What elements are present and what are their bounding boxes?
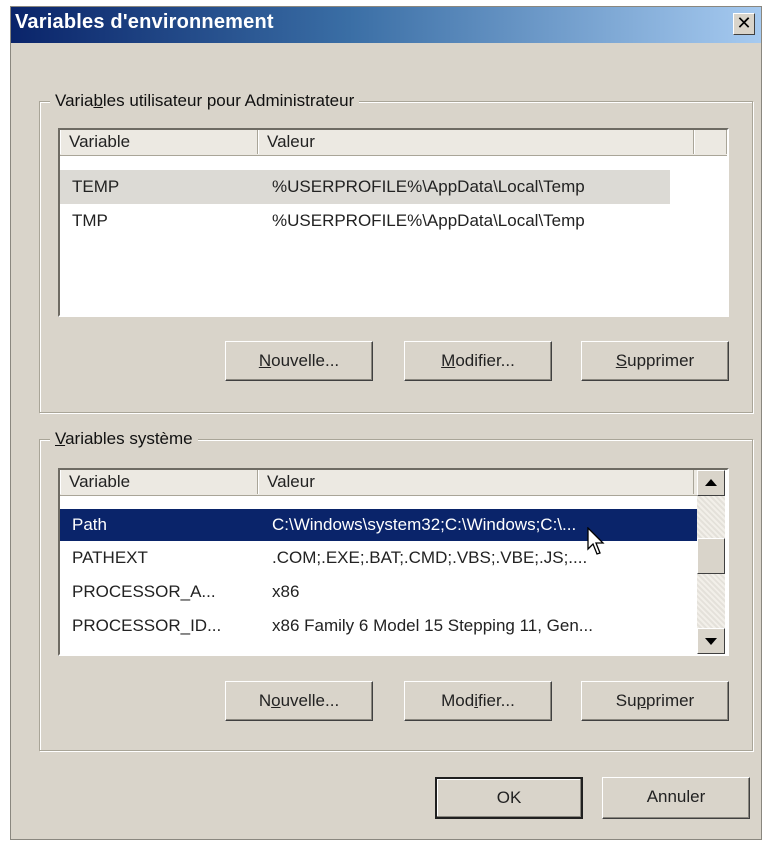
variable-name: TEMP	[72, 177, 120, 196]
system-new-button[interactable]: Nouvelle...	[225, 681, 373, 721]
variable-value: %USERPROFILE%\AppData\Local\Temp	[272, 177, 585, 196]
variable-value: .COM;.EXE;.BAT;.CMD;.VBS;.VBE;.JS;....	[272, 548, 588, 567]
system-edit-button[interactable]: Modifier...	[404, 681, 552, 721]
user-variables-legend: Variables utilisateur pour Administrateu…	[50, 91, 360, 111]
user-new-button[interactable]: Nouvelle...	[225, 341, 373, 381]
scroll-thumb[interactable]	[697, 538, 725, 574]
variable-value: %USERPROFILE%\AppData\Local\Temp	[272, 211, 585, 230]
chevron-down-icon	[705, 638, 717, 645]
table-row[interactable]: TMP %USERPROFILE%\AppData\Local\Temp	[60, 204, 670, 238]
ok-button[interactable]: OK	[435, 777, 583, 819]
table-row[interactable]: TEMP %USERPROFILE%\AppData\Local\Temp	[60, 170, 670, 204]
column-header-variable[interactable]: Variable	[60, 130, 258, 154]
variable-value: C:\Windows\system32;C:\Windows;C:\...	[272, 515, 577, 534]
chevron-up-icon	[705, 479, 717, 486]
table-row[interactable]: PROCESSOR_ID... x86 Family 6 Model 15 St…	[60, 609, 697, 643]
scroll-down-button[interactable]	[697, 628, 725, 654]
variable-value: x86	[272, 582, 300, 601]
system-variables-list[interactable]: Variable Valeur Path C:\Windows\system32…	[58, 468, 729, 656]
scroll-up-button[interactable]	[697, 470, 725, 496]
list-header: Variable Valeur	[60, 130, 727, 156]
cancel-button[interactable]: Annuler	[602, 777, 750, 819]
mouse-cursor-icon	[587, 527, 605, 555]
variable-value: x86 Family 6 Model 15 Stepping 11, Gen..…	[272, 616, 593, 635]
column-header-value[interactable]: Valeur	[258, 470, 694, 494]
vertical-scrollbar[interactable]	[697, 470, 725, 654]
column-header-variable[interactable]: Variable	[60, 470, 258, 494]
user-delete-button[interactable]: Supprimer	[581, 341, 729, 381]
user-variables-list[interactable]: Variable Valeur TEMP %USERPROFILE%\AppDa…	[58, 128, 729, 317]
user-edit-button[interactable]: Modifier...	[404, 341, 552, 381]
system-variables-legend: Variables système	[50, 429, 198, 449]
list-header: Variable Valeur	[60, 470, 697, 496]
variable-name: PATHEXT	[72, 548, 148, 567]
title-bar[interactable]: Variables d'environnement ✕	[11, 7, 761, 43]
variable-name: PROCESSOR_A...	[72, 582, 216, 601]
variable-name: PROCESSOR_ID...	[72, 616, 222, 635]
column-header-filler	[694, 130, 727, 154]
window-title: Variables d'environnement	[15, 11, 274, 33]
variable-name: TMP	[72, 211, 108, 230]
close-button[interactable]: ✕	[733, 13, 755, 35]
column-header-value[interactable]: Valeur	[258, 130, 694, 154]
table-row[interactable]: PROCESSOR_A... x86	[60, 575, 697, 609]
variable-name: Path	[72, 515, 107, 534]
environment-variables-dialog: Variables d'environnement ✕ Variables ut…	[10, 6, 762, 840]
system-delete-button[interactable]: Supprimer	[581, 681, 729, 721]
